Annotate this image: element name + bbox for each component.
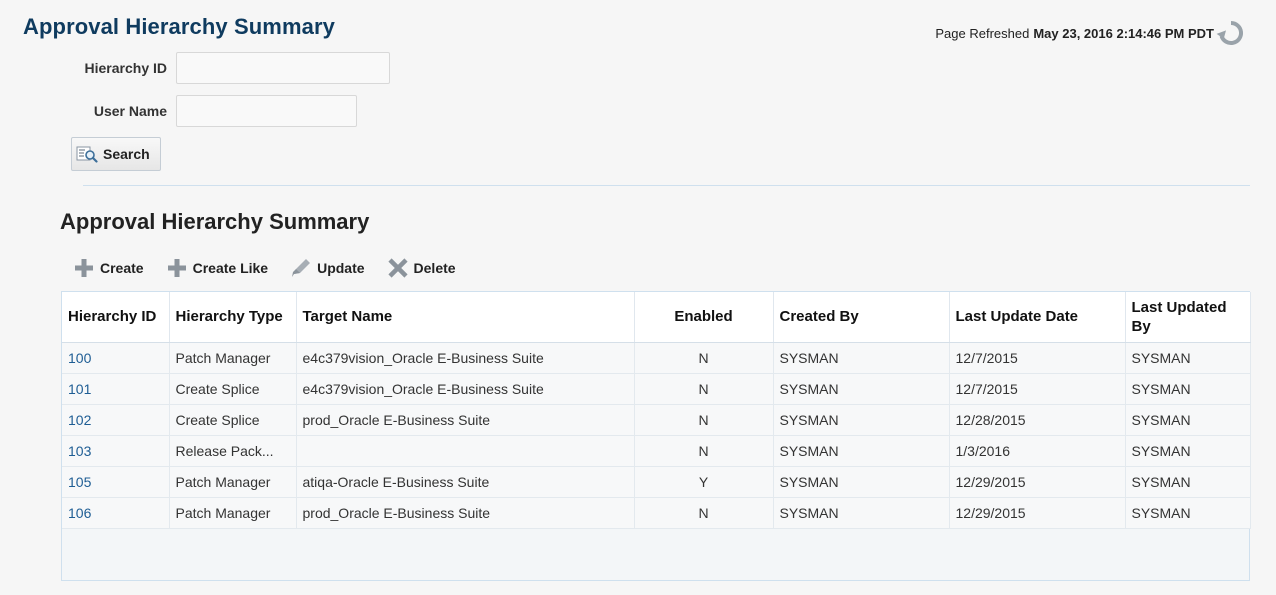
hierarchy-id-link[interactable]: 101 — [68, 381, 91, 397]
hierarchy-type-cell: Patch Manager — [169, 466, 297, 498]
summary-toolbar: Create Create Like Update Delete — [73, 258, 478, 278]
target-name-cell: prod_Oracle E-Business Suite — [296, 404, 635, 436]
created-by-cell: SYSMAN — [773, 466, 950, 498]
search-icon — [76, 146, 98, 163]
hierarchy-type-cell: Create Splice — [169, 373, 297, 405]
update-button[interactable]: Update — [290, 258, 365, 278]
delete-button[interactable]: Delete — [387, 258, 456, 278]
target-name-cell — [296, 435, 635, 467]
delete-label: Delete — [413, 260, 456, 276]
user-name-input[interactable] — [176, 95, 357, 127]
search-button[interactable]: Search — [71, 137, 161, 171]
create-like-button[interactable]: Create Like — [166, 258, 268, 278]
last-update-date-cell: 12/29/2015 — [949, 466, 1126, 498]
target-name-cell: e4c379vision_Oracle E-Business Suite — [296, 373, 635, 405]
created-by-cell: SYSMAN — [773, 404, 950, 436]
page-title: Approval Hierarchy Summary — [23, 14, 335, 39]
enabled-cell: Y — [634, 466, 774, 498]
hierarchy-type-cell: Patch Manager — [169, 497, 297, 529]
enabled-cell: N — [634, 373, 774, 405]
hierarchy-id-link[interactable]: 106 — [68, 505, 91, 521]
enabled-cell: N — [634, 342, 774, 374]
column-header-last-update-date[interactable]: Last Update Date — [949, 292, 1126, 343]
hierarchy-id-link[interactable]: 103 — [68, 443, 91, 459]
column-header-created-by[interactable]: Created By — [773, 292, 950, 343]
last-updated-by-cell: SYSMAN — [1125, 404, 1251, 436]
target-name-cell: e4c379vision_Oracle E-Business Suite — [296, 342, 635, 374]
user-name-label: User Name — [93, 103, 167, 119]
update-label: Update — [317, 260, 365, 276]
summary-table-container: Hierarchy ID Hierarchy Type Target Name … — [61, 291, 1251, 581]
hierarchy-id-cell: 105 — [62, 466, 170, 498]
table-header-row: Hierarchy ID Hierarchy Type Target Name … — [62, 292, 1251, 343]
page: Approval Hierarchy Summary Page Refreshe… — [0, 0, 1276, 595]
pencil-icon — [292, 259, 311, 277]
table-row[interactable]: 106 Patch Manager prod_Oracle E-Business… — [62, 497, 1251, 529]
hierarchy-id-cell: 106 — [62, 497, 170, 529]
created-by-cell: SYSMAN — [773, 497, 950, 529]
refresh-icon[interactable] — [1216, 19, 1246, 47]
table-row[interactable]: 105 Patch Manager atiqa-Oracle E-Busines… — [62, 466, 1251, 498]
hierarchy-id-cell: 103 — [62, 435, 170, 467]
column-header-enabled[interactable]: Enabled — [634, 292, 774, 343]
column-header-hierarchy-type[interactable]: Hierarchy Type — [169, 292, 297, 343]
table-row[interactable]: 102 Create Splice prod_Oracle E-Business… — [62, 404, 1251, 436]
last-update-date-cell: 12/7/2015 — [949, 342, 1126, 374]
table-row[interactable]: 100 Patch Manager e4c379vision_Oracle E-… — [62, 342, 1251, 374]
user-name-row: User Name — [0, 95, 357, 127]
last-updated-by-cell: SYSMAN — [1125, 466, 1251, 498]
create-label: Create — [100, 260, 144, 276]
last-update-date-cell: 12/29/2015 — [949, 497, 1126, 529]
plus-icon — [75, 259, 93, 277]
hierarchy-id-link[interactable]: 100 — [68, 350, 91, 366]
page-refresh-status: Page Refreshed May 23, 2016 2:14:46 PM P… — [935, 19, 1246, 47]
hierarchy-type-cell: Release Pack... — [169, 435, 297, 467]
table-row[interactable]: 101 Create Splice e4c379vision_Oracle E-… — [62, 373, 1251, 405]
last-updated-by-cell: SYSMAN — [1125, 497, 1251, 529]
table-row[interactable]: 103 Release Pack... N SYSMAN 1/3/2016 SY… — [62, 435, 1251, 467]
plus-icon — [167, 259, 186, 277]
created-by-cell: SYSMAN — [773, 435, 950, 467]
hierarchy-id-cell: 100 — [62, 342, 170, 374]
hierarchy-type-cell: Create Splice — [169, 404, 297, 436]
last-updated-by-cell: SYSMAN — [1125, 435, 1251, 467]
last-updated-by-cell: SYSMAN — [1125, 342, 1251, 374]
created-by-cell: SYSMAN — [773, 373, 950, 405]
section-divider — [83, 185, 1250, 186]
last-update-date-cell: 1/3/2016 — [949, 435, 1126, 467]
hierarchy-id-cell: 102 — [62, 404, 170, 436]
refresh-label: Page Refreshed — [935, 25, 1030, 41]
search-button-label: Search — [103, 146, 150, 162]
x-icon — [387, 258, 408, 278]
create-button[interactable]: Create — [73, 258, 144, 278]
enabled-cell: N — [634, 435, 774, 467]
column-header-target-name[interactable]: Target Name — [296, 292, 635, 343]
hierarchy-id-link[interactable]: 102 — [68, 412, 91, 428]
create-like-label: Create Like — [192, 260, 269, 276]
hierarchy-type-cell: Patch Manager — [169, 342, 297, 374]
refresh-timestamp: May 23, 2016 2:14:46 PM PDT — [1033, 25, 1214, 41]
hierarchy-id-row: Hierarchy ID — [0, 52, 390, 84]
column-header-last-updated-by[interactable]: Last Updated By — [1125, 292, 1251, 343]
hierarchy-id-input[interactable] — [176, 52, 390, 84]
created-by-cell: SYSMAN — [773, 342, 950, 374]
enabled-cell: N — [634, 497, 774, 529]
enabled-cell: N — [634, 404, 774, 436]
column-header-hierarchy-id[interactable]: Hierarchy ID — [62, 292, 170, 343]
last-update-date-cell: 12/28/2015 — [949, 404, 1126, 436]
hierarchy-id-label: Hierarchy ID — [84, 60, 167, 76]
last-update-date-cell: 12/7/2015 — [949, 373, 1126, 405]
last-updated-by-cell: SYSMAN — [1125, 373, 1251, 405]
hierarchy-id-cell: 101 — [62, 373, 170, 405]
hierarchy-id-link[interactable]: 105 — [68, 474, 91, 490]
summary-title: Approval Hierarchy Summary — [60, 209, 370, 234]
target-name-cell: prod_Oracle E-Business Suite — [296, 497, 635, 529]
summary-table: Hierarchy ID Hierarchy Type Target Name … — [62, 292, 1251, 529]
target-name-cell: atiqa-Oracle E-Business Suite — [296, 466, 635, 498]
